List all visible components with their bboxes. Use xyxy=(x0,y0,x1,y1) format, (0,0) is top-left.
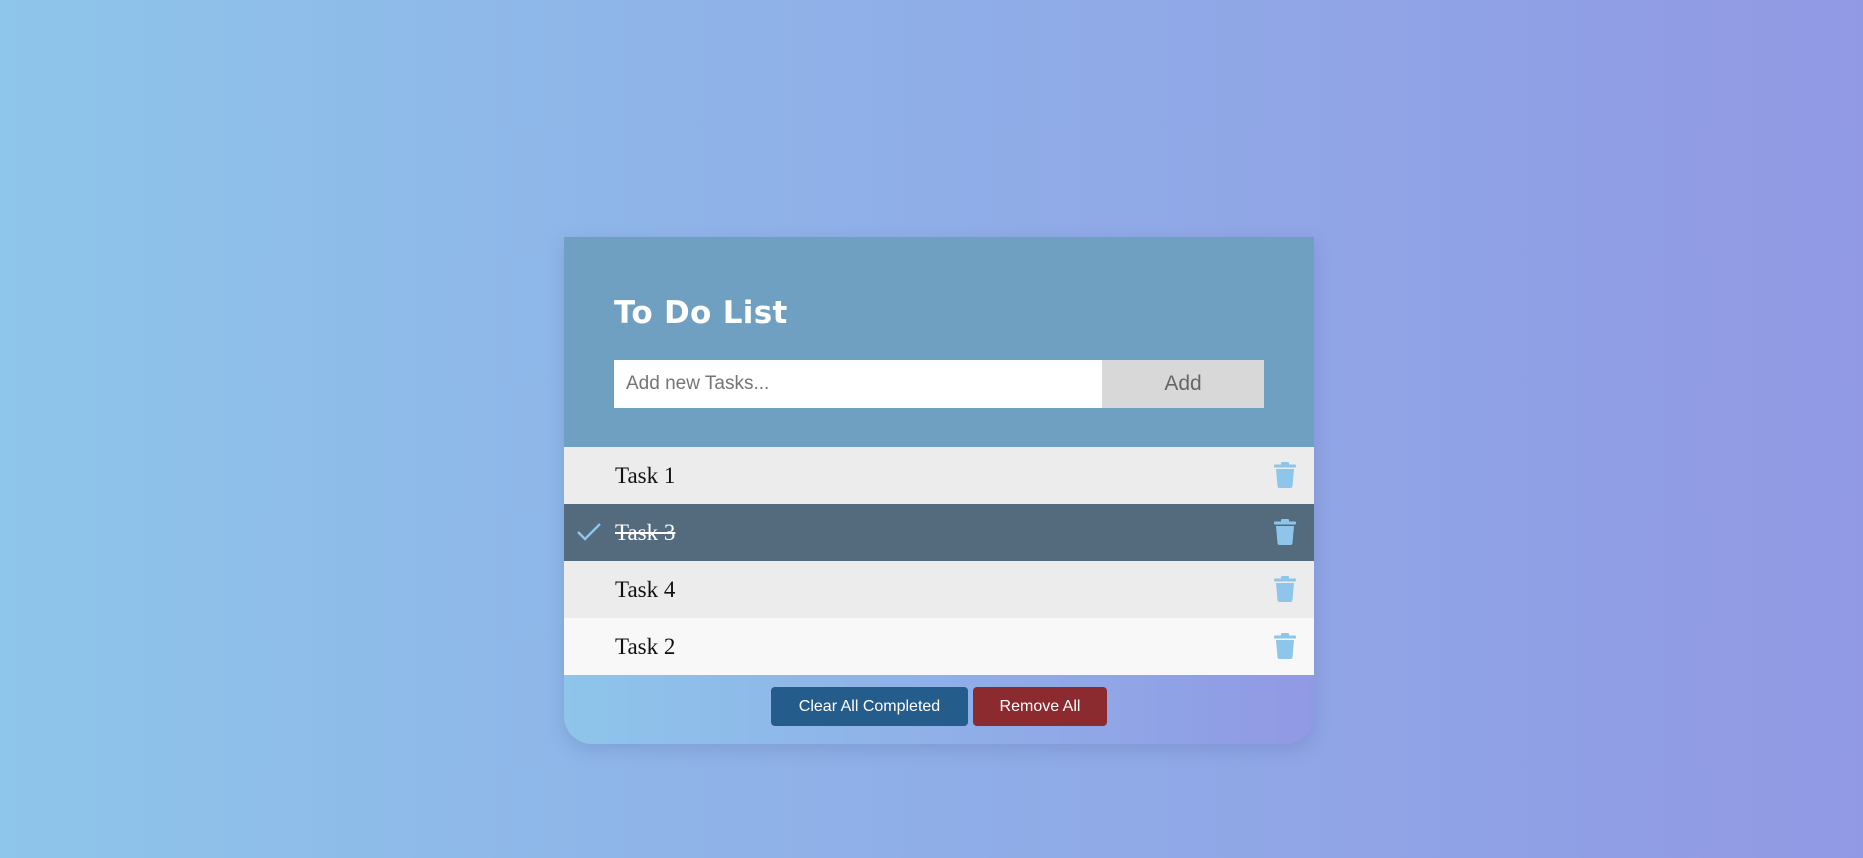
task-item[interactable]: Task 1 xyxy=(564,447,1314,504)
remove-all-button[interactable]: Remove All xyxy=(973,687,1107,726)
app-footer: Clear All Completed Remove All xyxy=(564,675,1314,744)
task-list: Task 1 Task 3 Task 4 Task 2 xyxy=(564,447,1314,675)
add-button[interactable]: Add xyxy=(1102,360,1264,408)
task-label: Task 1 xyxy=(615,462,676,488)
task-label: Task 3 xyxy=(615,519,676,545)
todo-app: To Do List Add Task 1 Task 3 xyxy=(564,237,1314,744)
app-title: To Do List xyxy=(614,295,788,331)
trash-icon[interactable] xyxy=(1274,519,1296,545)
trash-icon[interactable] xyxy=(1274,633,1296,659)
task-item[interactable]: Task 2 xyxy=(564,618,1314,675)
clear-completed-button[interactable]: Clear All Completed xyxy=(771,687,968,726)
trash-icon[interactable] xyxy=(1274,576,1296,602)
task-label: Task 4 xyxy=(615,576,676,602)
footer-actions: Clear All Completed Remove All xyxy=(564,687,1314,726)
task-item[interactable]: Task 4 xyxy=(564,561,1314,618)
checkmark-icon xyxy=(577,523,601,541)
trash-icon[interactable] xyxy=(1274,462,1296,488)
add-task-form: Add xyxy=(614,360,1264,408)
new-task-input[interactable] xyxy=(614,360,1102,408)
task-item-completed[interactable]: Task 3 xyxy=(564,504,1314,561)
app-header: To Do List Add xyxy=(564,237,1314,447)
task-label: Task 2 xyxy=(615,633,676,659)
